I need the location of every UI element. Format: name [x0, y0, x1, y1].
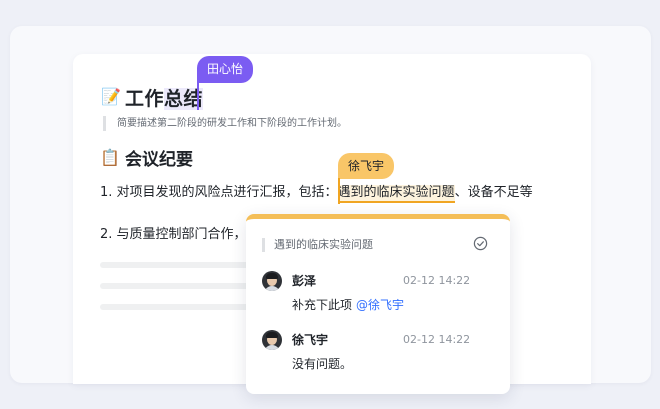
- comment-author: 徐飞宇: [292, 333, 329, 347]
- collaborator-tag-purple: 田心怡: [197, 56, 254, 83]
- placeholder-line: [100, 262, 250, 268]
- list-item-1[interactable]: 1. 对项目发现的风险点进行汇报，包括：遇到的临床实验问题、设备不足等: [100, 184, 533, 203]
- doc-title[interactable]: 📝 工作总结: [101, 84, 204, 111]
- comment-author: 彭泽: [292, 274, 317, 288]
- comment-time: 02-12 14:22: [403, 274, 471, 287]
- avatar[interactable]: [262, 330, 282, 350]
- comment-body: 补充下此项: [292, 298, 353, 312]
- comment-quote: 遇到的临床实验问题: [262, 238, 373, 252]
- placeholder-line: [100, 304, 250, 310]
- yellow-collab-cursor: [338, 178, 340, 204]
- avatar[interactable]: [262, 271, 282, 291]
- doc-quote: 简要描述第二阶段的研发工作和下阶段的工作计划。: [103, 116, 347, 131]
- list-item-2[interactable]: 2. 与质量控制部门合作，: [100, 226, 247, 244]
- item1-prefix: 1. 对项目发现的风险点进行汇报，包括：: [100, 185, 338, 200]
- comment-panel: 遇到的临床实验问题 彭泽 02-12 14:22 补充下此项 @徐飞宇 徐飞宇 0…: [246, 214, 510, 394]
- commented-text[interactable]: 遇到的临床实验问题: [337, 185, 455, 203]
- resolve-check-icon[interactable]: [473, 236, 488, 251]
- comment-text: 补充下此项 @徐飞宇: [292, 297, 404, 313]
- section-heading: 📋 会议纪要: [100, 145, 193, 171]
- collaborator-tag-yellow: 徐飞宇: [338, 153, 395, 179]
- item1-suffix: 、设备不足等: [454, 185, 533, 200]
- comment-time: 02-12 14:22: [403, 333, 471, 346]
- memo-icon: 📝: [101, 87, 121, 106]
- purple-collab-cursor: [197, 82, 199, 110]
- section-heading-text: 会议纪要: [125, 150, 193, 170]
- placeholder-line: [100, 283, 250, 289]
- comment-text: 没有问题。: [292, 357, 353, 371]
- title-plain: 工作: [125, 87, 165, 110]
- clipboard-icon: 📋: [100, 147, 120, 167]
- doc-title-text[interactable]: 工作总结: [125, 84, 204, 111]
- mention-link[interactable]: @徐飞宇: [356, 298, 404, 312]
